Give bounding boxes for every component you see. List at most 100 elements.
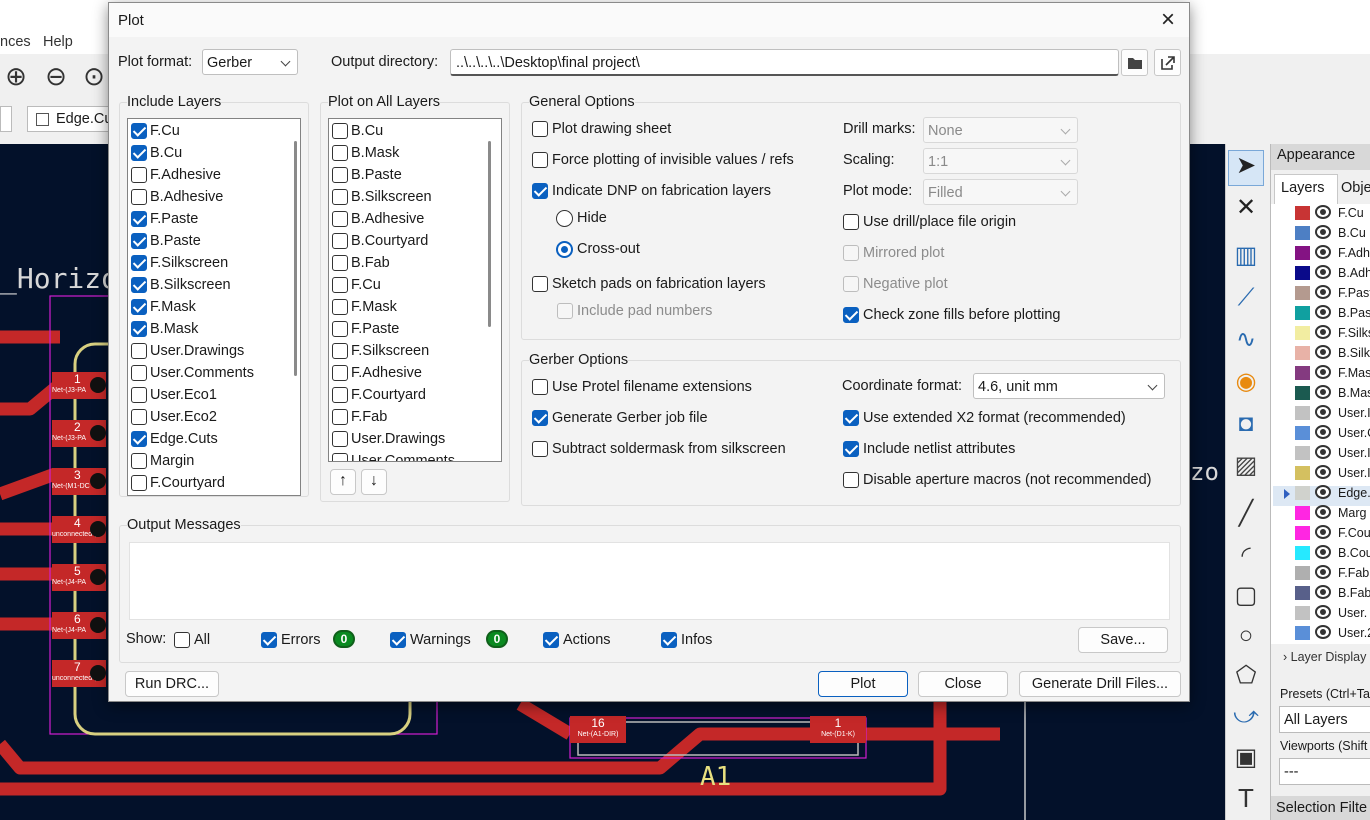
appearance-layer-row[interactable]: B.Fab <box>1276 583 1370 603</box>
include-layer-item-checkbox[interactable] <box>131 453 147 469</box>
local-ratsnest-icon[interactable]: ✕ <box>1230 192 1262 224</box>
plot-all-layers-list[interactable]: B.Cu B.Mask B.Paste B.Silkscreen B.Adhesive B… <box>328 118 502 462</box>
include-layer-item-checkbox[interactable] <box>131 255 147 271</box>
appearance-layer-row[interactable]: B.Cu <box>1276 223 1370 243</box>
layer-color-swatch[interactable] <box>1295 546 1310 560</box>
appearance-layer-row[interactable]: User.I <box>1276 443 1370 463</box>
eye-icon[interactable] <box>1315 525 1331 539</box>
presets-combo[interactable]: All Layers <box>1279 706 1370 733</box>
layer-color-swatch[interactable] <box>1295 446 1310 460</box>
layer-color-swatch[interactable] <box>1295 486 1310 500</box>
appearance-layer-row[interactable]: F.Cu <box>1276 203 1370 223</box>
layer-color-swatch[interactable] <box>1295 326 1310 340</box>
eye-icon[interactable] <box>1315 425 1331 439</box>
include-layer-item-checkbox[interactable] <box>131 365 147 381</box>
layer-color-swatch[interactable] <box>1295 226 1310 240</box>
include-layers-list[interactable]: F.Cu B.Cu F.Adhesive B.Adhesive F.Paste B.Pas… <box>127 118 301 496</box>
filter-warnings-checkbox[interactable] <box>390 632 406 648</box>
plot-all-layer-item-checkbox[interactable] <box>332 365 348 381</box>
tune-length-icon[interactable]: ∿ <box>1230 324 1262 356</box>
disable-aperture-checkbox[interactable] <box>843 472 859 488</box>
include-layer-item-checkbox[interactable] <box>131 475 147 491</box>
layer-color-swatch[interactable] <box>1295 586 1310 600</box>
plot-all-layer-item-checkbox[interactable] <box>332 277 348 293</box>
layer-color-swatch[interactable] <box>1295 626 1310 640</box>
appearance-layer-row[interactable]: B.Adh <box>1276 263 1370 283</box>
plot-all-layer-item-checkbox[interactable] <box>332 189 348 205</box>
tab-objects[interactable]: Obje <box>1341 180 1370 196</box>
zoom-fit-icon[interactable]: ⊙ <box>82 62 106 90</box>
plot-all-layer-item-checkbox[interactable] <box>332 431 348 447</box>
layer-color-swatch[interactable] <box>1295 386 1310 400</box>
plot-all-layer-item-checkbox[interactable] <box>332 343 348 359</box>
line-icon[interactable]: ╱ <box>1230 498 1262 530</box>
layer-color-swatch[interactable] <box>1295 526 1310 540</box>
close-icon[interactable]: × <box>1155 7 1181 33</box>
use-drill-origin-checkbox[interactable] <box>843 214 859 230</box>
job-file-checkbox[interactable] <box>532 410 548 426</box>
layer-color-swatch[interactable] <box>1295 466 1310 480</box>
plot-all-layer-item-checkbox[interactable] <box>332 321 348 337</box>
include-layer-item-checkbox[interactable] <box>131 167 147 183</box>
eye-icon[interactable] <box>1315 365 1331 379</box>
layer-color-swatch[interactable] <box>1295 306 1310 320</box>
eye-icon[interactable] <box>1315 245 1331 259</box>
include-layer-item-checkbox[interactable] <box>131 145 147 161</box>
eye-icon[interactable] <box>1315 265 1331 279</box>
open-folder-button[interactable] <box>1154 49 1181 76</box>
protel-extensions-checkbox[interactable] <box>532 379 548 395</box>
filter-infos-checkbox[interactable] <box>661 632 677 648</box>
include-layer-item-checkbox[interactable] <box>131 343 147 359</box>
eye-icon[interactable] <box>1315 625 1331 639</box>
zoom-in-icon[interactable]: ⊕ <box>2 62 30 90</box>
negative-plot-checkbox[interactable] <box>843 276 859 292</box>
layer-color-swatch[interactable] <box>1295 266 1310 280</box>
scaling-select[interactable]: 1:1 <box>923 148 1078 174</box>
appearance-layer-row[interactable]: F.Mas <box>1276 363 1370 383</box>
include-layer-item-checkbox[interactable] <box>131 431 147 447</box>
layer-color-swatch[interactable] <box>1295 346 1310 360</box>
include-layer-item-checkbox[interactable] <box>131 123 147 139</box>
plot-all-layers-scrollbar[interactable] <box>488 141 491 327</box>
include-layer-item-checkbox[interactable] <box>131 189 147 205</box>
eye-icon[interactable] <box>1315 585 1331 599</box>
include-layer-item-checkbox[interactable] <box>131 321 147 337</box>
eye-icon[interactable] <box>1315 285 1331 299</box>
arc-icon[interactable]: ◜ <box>1230 540 1262 572</box>
eye-icon[interactable] <box>1315 325 1331 339</box>
layer-color-swatch[interactable] <box>1295 246 1310 260</box>
subtract-mask-checkbox[interactable] <box>532 441 548 457</box>
appearance-layer-row[interactable]: B.Mas <box>1276 383 1370 403</box>
layer-color-swatch[interactable] <box>1295 566 1310 580</box>
eye-icon[interactable] <box>1315 605 1331 619</box>
plot-mode-select[interactable]: Filled <box>923 179 1078 205</box>
eye-icon[interactable] <box>1315 545 1331 559</box>
include-pad-numbers-checkbox[interactable] <box>557 303 573 319</box>
zone-icon[interactable]: ▨ <box>1230 450 1262 482</box>
viewports-combo[interactable]: --- <box>1279 758 1370 785</box>
dimension-icon[interactable]: ⤻ <box>1230 700 1262 732</box>
save-messages-button[interactable]: Save... <box>1078 627 1168 653</box>
filter-errors-checkbox[interactable] <box>261 632 277 648</box>
browse-folder-button[interactable] <box>1121 49 1148 76</box>
sketch-pads-checkbox[interactable] <box>532 276 548 292</box>
messages-panel[interactable] <box>129 542 1170 620</box>
include-layers-scrollbar[interactable] <box>294 141 297 376</box>
layer-color-swatch[interactable] <box>1295 286 1310 300</box>
plot-format-select[interactable]: Gerber <box>202 49 298 75</box>
polygon-icon[interactable]: ⬠ <box>1230 660 1262 692</box>
mirrored-plot-checkbox[interactable] <box>843 245 859 261</box>
move-down-button[interactable]: ↓ <box>361 469 387 495</box>
layer-display-toggle[interactable]: › Layer Display <box>1283 650 1366 664</box>
layer-color-swatch[interactable] <box>1295 206 1310 220</box>
eye-icon[interactable] <box>1315 345 1331 359</box>
plot-button[interactable]: Plot <box>818 671 908 697</box>
appearance-layer-row[interactable]: B.Cou <box>1276 543 1370 563</box>
coord-format-select[interactable]: 4.6, unit mm <box>973 373 1165 399</box>
tab-layers[interactable]: Layers <box>1274 174 1338 204</box>
include-layer-item-checkbox[interactable] <box>131 211 147 227</box>
layer-color-swatch[interactable] <box>1295 506 1310 520</box>
appearance-layer-row[interactable]: User.I <box>1276 403 1370 423</box>
cursor-icon[interactable]: ➤ <box>1230 150 1262 182</box>
appearance-layer-row[interactable]: F.Silks <box>1276 323 1370 343</box>
